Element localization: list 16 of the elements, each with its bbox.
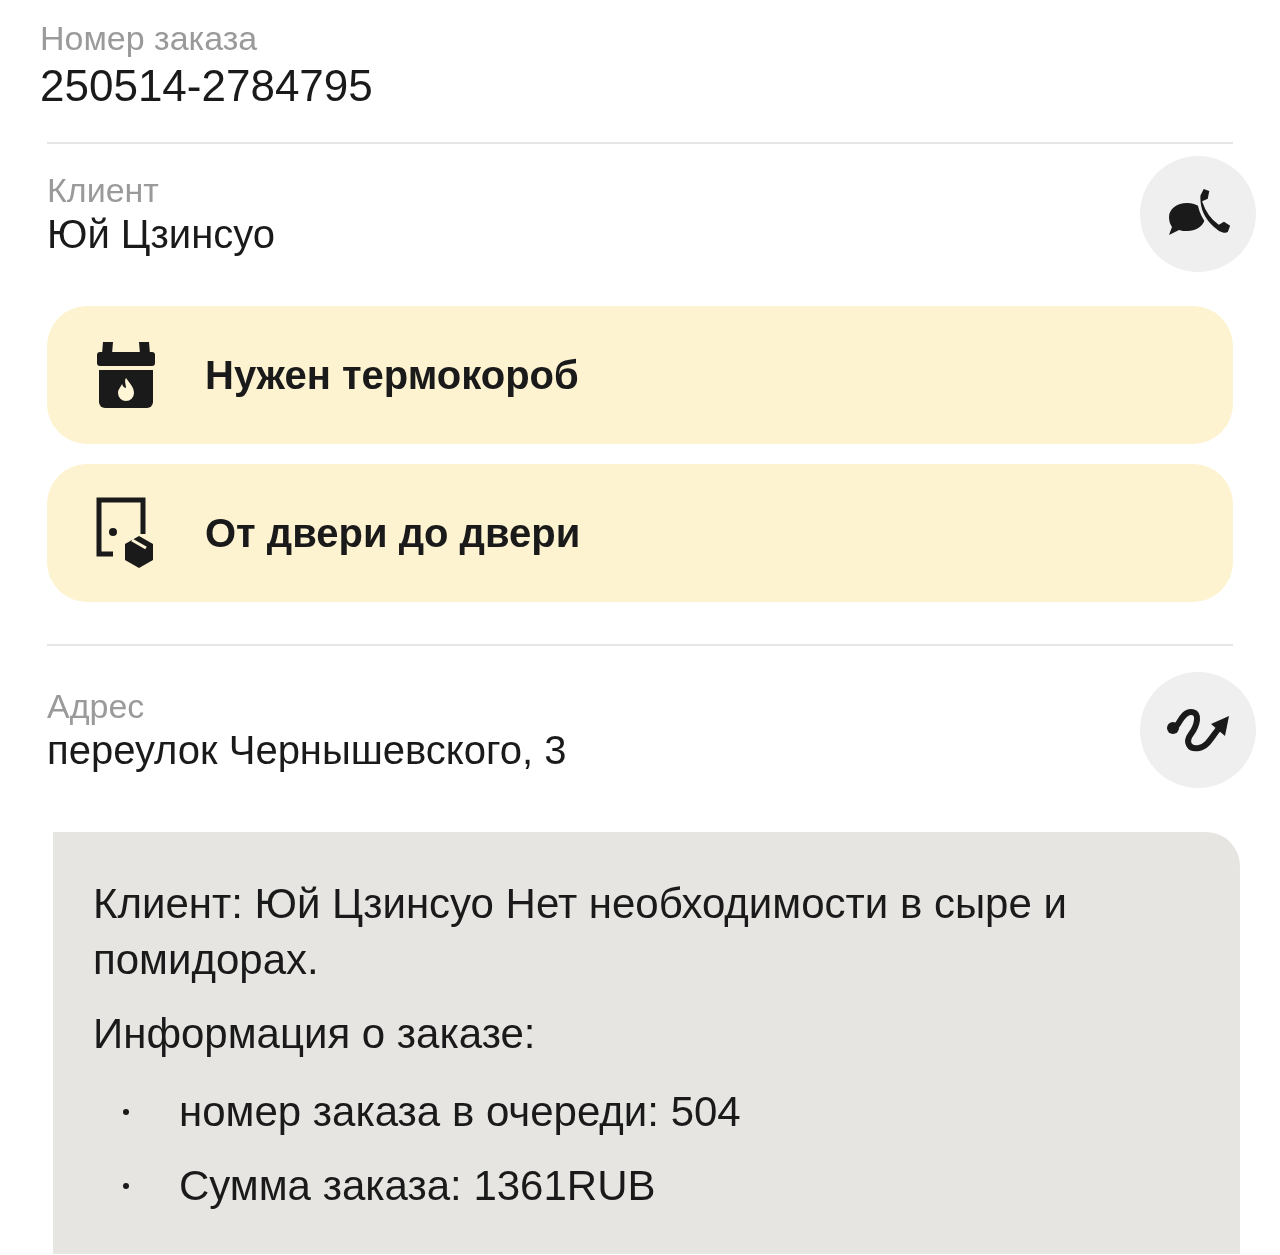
route-icon [1165, 706, 1231, 754]
list-item: номер заказа в очереди: 504 [179, 1087, 741, 1137]
bullet-icon [123, 1109, 129, 1115]
tag-label: Нужен термокороб [205, 352, 579, 399]
field-label: Клиент [47, 170, 160, 210]
order-number: 250514-2784795 [40, 60, 374, 112]
list-item: Сумма заказа: 1361RUB [179, 1161, 656, 1211]
tag-label: От двери до двери [205, 510, 581, 557]
comment-text: Клиент: Юй Цзинсуо Нет необходимости в сыре и помидорах. [93, 879, 1068, 985]
comment-text: Информация о заказе: [93, 1009, 537, 1059]
field-label: Номер заказа [40, 18, 259, 58]
field-label: Адрес [47, 686, 146, 726]
bullet-icon [123, 1183, 129, 1189]
thermal-bag-icon [95, 340, 157, 410]
field-value: Юй Цзинсуо [47, 211, 275, 258]
field-value: переулок Чернышевского, 3 [47, 727, 567, 774]
